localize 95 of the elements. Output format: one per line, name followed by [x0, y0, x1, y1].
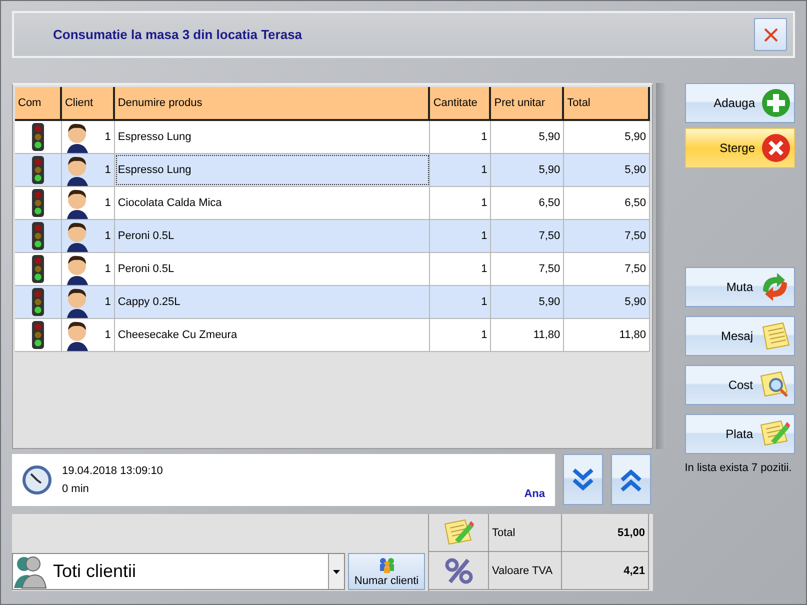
- scroll-up-button[interactable]: [611, 454, 651, 505]
- people-icon: [378, 556, 394, 572]
- table-cell: 6,50: [564, 187, 650, 219]
- traffic-light-icon: [30, 122, 45, 152]
- delete-icon: [761, 133, 791, 163]
- double-chevron-down-icon: [572, 468, 594, 492]
- table-cell: 1: [104, 230, 111, 242]
- column-header[interactable]: Cantitate: [430, 87, 492, 121]
- position-count: In lista exista 7 pozitii.: [684, 462, 793, 474]
- person-icon: [64, 220, 89, 252]
- plus-icon: [761, 88, 791, 118]
- table-cell: Cappy 0.25L: [114, 286, 430, 318]
- summary-label: Total: [489, 514, 562, 552]
- table-row[interactable]: 1 Peroni 0.5L 1 7,50 7,50: [15, 253, 650, 286]
- people-icon: [13, 554, 47, 588]
- column-header[interactable]: Com: [15, 87, 62, 121]
- table-row[interactable]: 1 Espresso Lung 1 5,90 5,90: [15, 154, 650, 187]
- table-cell: 5,90: [491, 121, 564, 153]
- table-cell: 7,50: [564, 253, 650, 285]
- table-row[interactable]: 1 Ciocolata Calda Mica 1 6,50 6,50: [15, 187, 650, 220]
- table-cell: 1: [430, 286, 492, 318]
- duration: 0 min: [62, 483, 90, 495]
- double-chevron-up-icon: [620, 468, 642, 492]
- clock-icon: [22, 465, 52, 495]
- table-cell: 1: [430, 319, 492, 351]
- close-icon: [764, 28, 778, 42]
- summary-value: 51,00: [617, 526, 645, 538]
- table-cell: 1: [430, 253, 492, 285]
- table-cell: Ciocolata Calda Mica: [114, 187, 430, 219]
- person-icon: [64, 286, 89, 318]
- date-time: 19.04.2018 13:09:10: [62, 465, 163, 477]
- action-button[interactable]: Adauga: [684, 83, 795, 123]
- column-header[interactable]: Total: [564, 87, 650, 121]
- close-button[interactable]: [754, 18, 787, 51]
- table-row[interactable]: 1 Cappy 0.25L 1 5,90 5,90: [15, 286, 650, 319]
- action-button[interactable]: Sterge: [684, 128, 795, 168]
- person-icon: [64, 320, 89, 350]
- table-cell: Peroni 0.5L: [114, 253, 430, 285]
- table-cell: 5,90: [564, 286, 650, 318]
- traffic-light-icon: [30, 320, 45, 350]
- table-cell: 5,90: [564, 154, 650, 186]
- client-dropdown[interactable]: Toti clientii: [12, 553, 345, 590]
- column-header[interactable]: Pret unitar: [491, 87, 564, 121]
- scroll-down-button[interactable]: [563, 454, 603, 505]
- column-header[interactable]: Client: [62, 87, 115, 121]
- table-cell: 1: [430, 187, 492, 219]
- table-row[interactable]: 1 Espresso Lung 1 5,90 5,90: [15, 121, 650, 154]
- table-cell: 5,90: [491, 154, 564, 186]
- table-cell: 1: [430, 154, 492, 186]
- table-cell: 11,80: [491, 319, 564, 351]
- traffic-light-icon: [30, 287, 45, 317]
- traffic-light-icon: [30, 188, 45, 218]
- table-cell: 1: [104, 263, 111, 275]
- table-cell: 1: [430, 220, 492, 252]
- traffic-light-icon: [30, 221, 45, 251]
- table-cell: 1: [104, 296, 111, 308]
- action-button[interactable]: Plata: [684, 414, 795, 454]
- note-magnifier-icon: [759, 370, 791, 400]
- table-cell: Cheesecake Cu Zmeura: [114, 319, 430, 351]
- caret-icon: [333, 570, 340, 574]
- table-cell: 1: [104, 164, 111, 176]
- table-cell: 7,50: [564, 220, 650, 252]
- table-cell: 1: [104, 329, 111, 341]
- window-title: Consumatie la masa 3 din locatia Terasa: [53, 27, 302, 42]
- action-button[interactable]: Cost: [684, 365, 795, 405]
- percent-icon: [444, 558, 474, 584]
- table-cell: 5,90: [491, 286, 564, 318]
- table-cell: Peroni 0.5L: [114, 220, 430, 252]
- table-cell: Espresso Lung: [114, 154, 430, 186]
- person-icon: [64, 188, 89, 218]
- table-row[interactable]: 1 Peroni 0.5L 1 7,50 7,50: [15, 220, 650, 253]
- action-button[interactable]: Mesaj: [684, 316, 795, 356]
- waiter-name: Ana: [524, 488, 545, 500]
- dropdown-value: Toti clientii: [53, 561, 138, 582]
- column-header[interactable]: Denumire produs: [114, 87, 430, 121]
- client-count-button[interactable]: Numar clienti: [348, 553, 425, 590]
- table-cell: 7,50: [491, 220, 564, 252]
- table-cell: 6,50: [491, 187, 564, 219]
- person-icon: [64, 154, 89, 186]
- table-cell: Espresso Lung: [114, 121, 430, 153]
- table-cell: 1: [104, 197, 111, 209]
- summary-label: Valoare TVA: [489, 552, 562, 590]
- person-icon: [64, 254, 89, 284]
- table-cell: 11,80: [564, 319, 650, 351]
- summary-value: 4,21: [624, 564, 645, 576]
- table-cell: 5,90: [564, 121, 650, 153]
- person-icon: [64, 122, 89, 152]
- table-cell: 1: [104, 131, 111, 143]
- table-cell: 1: [430, 121, 492, 153]
- table-row[interactable]: 1 Cheesecake Cu Zmeura 1 11,80 11,80: [15, 319, 650, 352]
- note-pencil-icon: [442, 518, 474, 548]
- action-button[interactable]: Muta: [684, 267, 795, 307]
- traffic-light-icon: [30, 155, 45, 185]
- table-cell: 7,50: [491, 253, 564, 285]
- traffic-light-icon: [30, 254, 45, 284]
